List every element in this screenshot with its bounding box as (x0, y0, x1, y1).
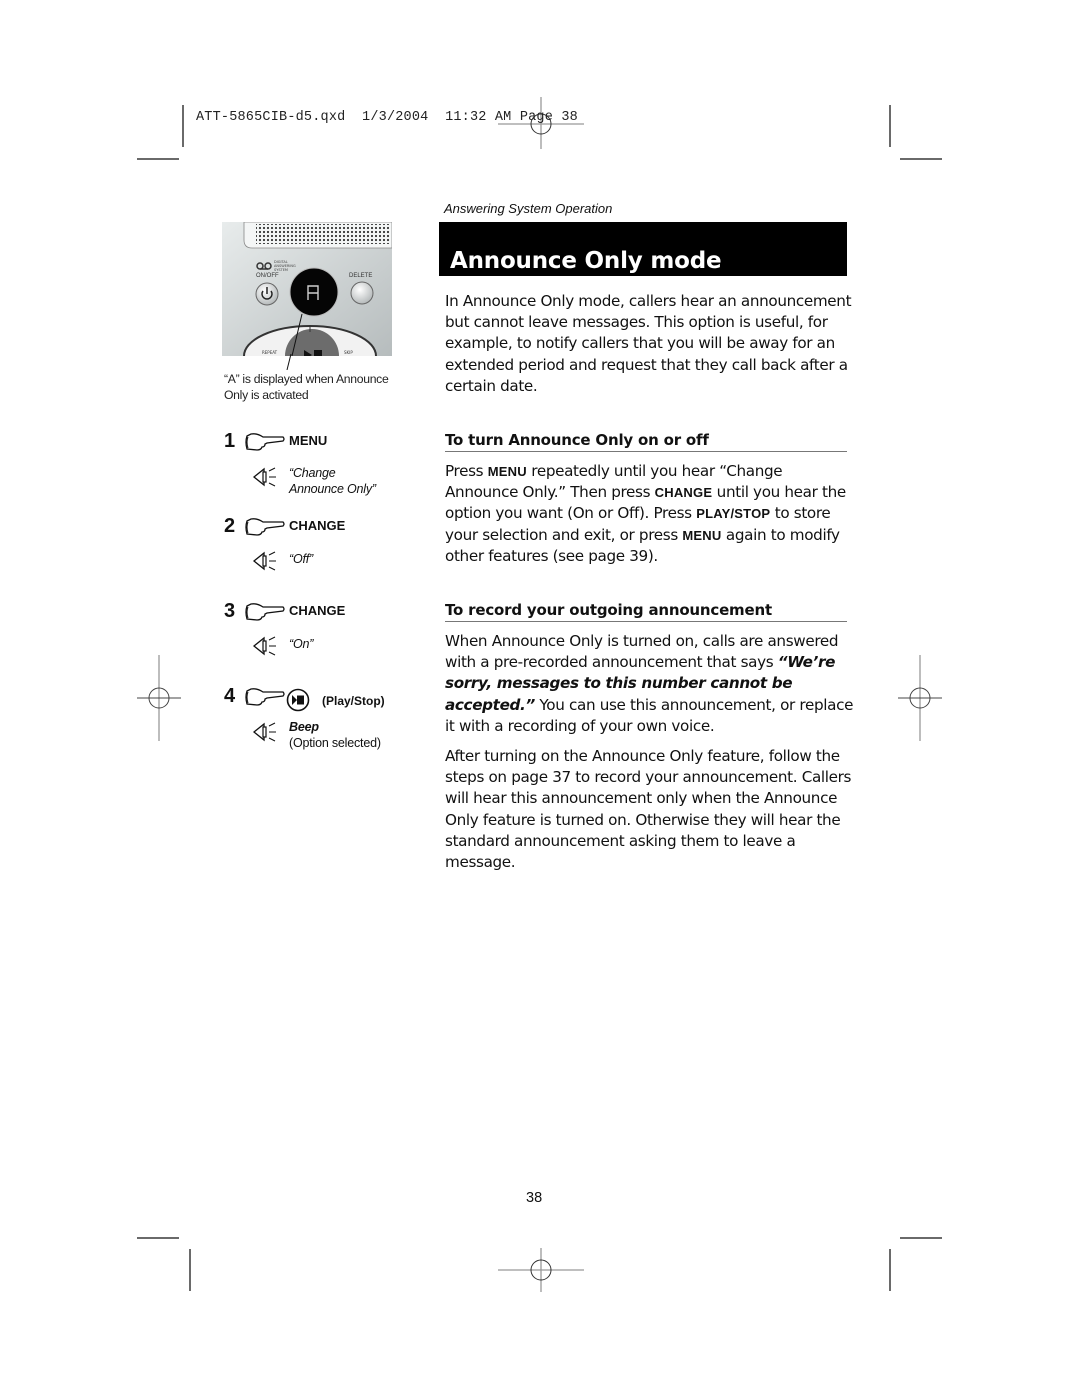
title-bar: Announce Only mode (439, 222, 847, 276)
svg-text:SKIP: SKIP (344, 350, 353, 355)
speaker-icon (252, 467, 276, 487)
voice-prompt-line: “Change (289, 466, 336, 480)
step-number: 4 (224, 685, 236, 707)
step-voice-prompt: “On” (289, 637, 314, 651)
step-voice-prompt: “Off” (289, 552, 313, 566)
record-paragraph-2: After turning on the Announce Only featu… (445, 747, 852, 872)
registration-mark-bottom (498, 1248, 584, 1292)
slug-date: 1/3/2004 (362, 110, 429, 125)
step-number: 1 (224, 430, 236, 452)
page-number: 38 (526, 1190, 543, 1206)
crop-mark (182, 105, 184, 147)
voice-prompt-line: Announce Only” (289, 482, 376, 496)
step-note: (Option selected) (289, 736, 381, 750)
step-key-change: CHANGE (289, 518, 346, 533)
image-caption: “A” is displayed when Announce Only is a… (224, 372, 389, 402)
crop-mark (900, 1237, 942, 1239)
pointing-hand-icon (245, 603, 285, 621)
key-name: MENU (682, 527, 722, 543)
crop-mark (889, 105, 891, 147)
step-key-play-stop: (Play/Stop) (322, 694, 385, 708)
crop-mark (889, 1249, 891, 1291)
slug-page: Page 38 (519, 110, 578, 125)
step-number: 2 (224, 515, 236, 537)
section-heading-turn-on-off: To turn Announce Only on or off (445, 431, 847, 452)
crop-mark (900, 158, 942, 160)
registration-mark-left (137, 655, 181, 741)
caption-leader-line (286, 354, 292, 370)
display-window (289, 267, 339, 317)
record-paragraph-1: When Announce Only is turned on, calls a… (445, 631, 855, 737)
step-number: 3 (224, 600, 236, 622)
registration-mark-right (898, 655, 942, 741)
pointing-hand-icon (245, 518, 285, 536)
svg-text:REPEAT: REPEAT (262, 350, 278, 355)
pointing-hand-icon (245, 688, 285, 706)
slug-time: 11:32 AM (445, 110, 512, 125)
crop-mark (137, 1237, 179, 1239)
speaker-icon (252, 551, 276, 571)
section-heading-record-announcement: To record your outgoing announcement (445, 601, 847, 622)
on-off-label: ON/OFF (256, 273, 279, 279)
page-title: Announce Only mode (450, 248, 722, 274)
crop-mark (189, 1249, 191, 1291)
delete-button (350, 281, 374, 305)
turn-on-off-paragraph: Press MENU repeatedly until you hear “Ch… (445, 461, 855, 567)
step-key-menu: MENU (289, 433, 328, 448)
intro-paragraph: In Announce Only mode, callers hear an a… (445, 292, 852, 395)
delete-label: DELETE (349, 273, 372, 279)
speaker-icon (252, 722, 276, 742)
print-slug: ATT-5865CIB-d5.qxd 1/3/2004 11:32 AM Pag… (196, 110, 578, 125)
key-name: CHANGE (654, 485, 713, 501)
play-stop-icon (286, 688, 310, 712)
section-label: Answering System Operation (444, 201, 613, 216)
svg-text:SYSTEM: SYSTEM (274, 268, 288, 272)
step-key-change: CHANGE (289, 603, 346, 618)
speaker-icon (252, 636, 276, 656)
step-voice-prompt: “Change Announce Only” (289, 465, 376, 497)
pointing-hand-icon (245, 433, 285, 451)
crop-mark (137, 158, 179, 160)
key-name: PLAY/STOP (696, 506, 771, 522)
key-name: MENU (487, 464, 527, 479)
step-voice-prompt: Beep (289, 720, 319, 734)
device-panel-image: DIGITAL ANSWERING SYSTEM ON/OFF DELETE R… (222, 222, 392, 356)
text-run: Press (445, 462, 488, 480)
slug-file: ATT-5865CIB-d5.qxd (196, 110, 346, 125)
